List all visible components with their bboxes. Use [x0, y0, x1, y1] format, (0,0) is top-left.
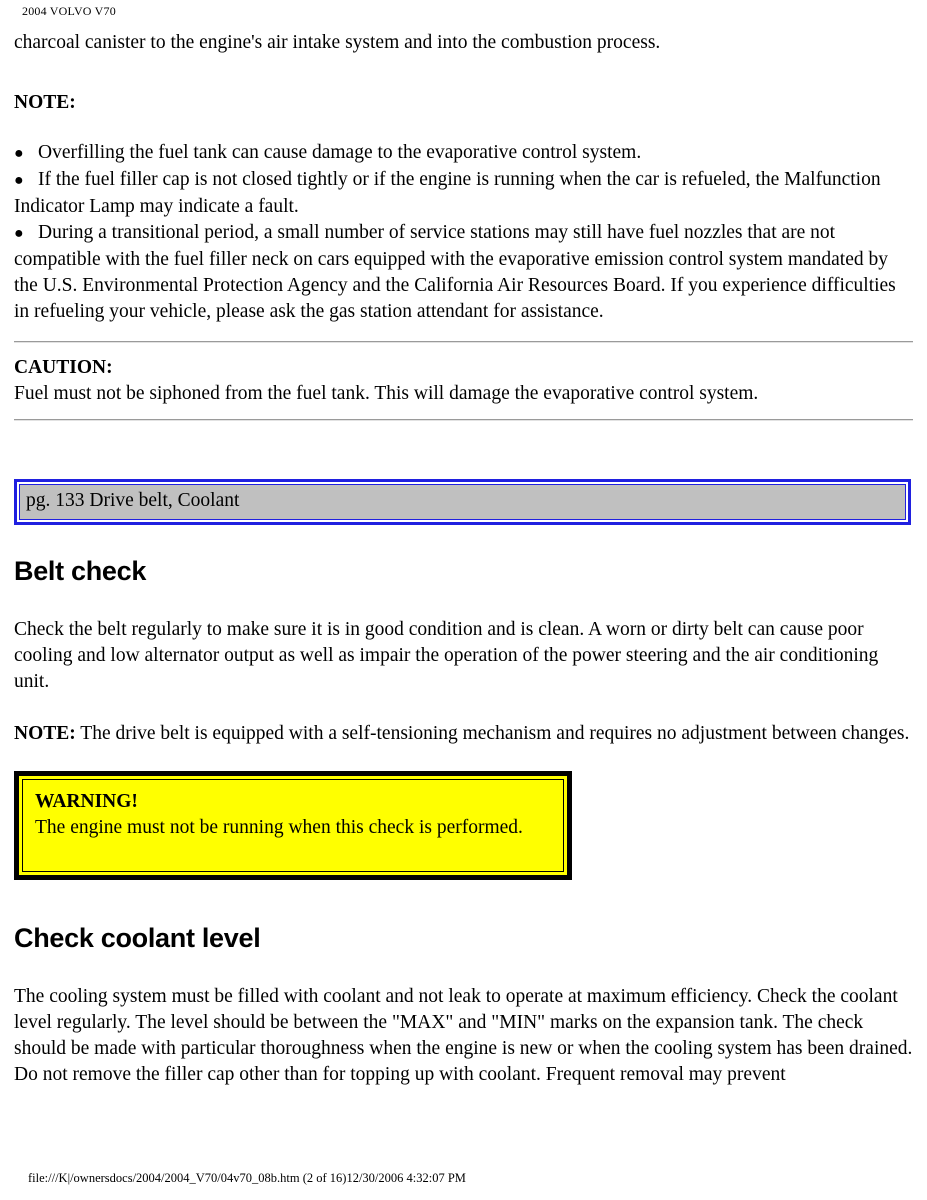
- belt-check-note-label: NOTE:: [14, 723, 76, 744]
- bullet-icon: ●: [14, 225, 24, 242]
- list-item-text: Overfilling the fuel tank can cause dama…: [38, 142, 642, 163]
- warning-text: The engine must not be running when this…: [35, 817, 523, 838]
- bullet-icon: ●: [14, 172, 24, 189]
- running-head: 2004 VOLVO V70: [22, 4, 116, 18]
- page-content: charcoal canister to the engine's air in…: [14, 30, 913, 1088]
- belt-check-paragraph: Check the belt regularly to make sure it…: [14, 619, 879, 692]
- list-item-text: If the fuel filler cap is not closed tig…: [14, 169, 881, 217]
- intro-paragraph: charcoal canister to the engine's air in…: [14, 32, 661, 53]
- page-marker-inner: pg. 133 Drive belt, Coolant: [19, 484, 906, 520]
- list-item-text: During a transitional period, a small nu…: [14, 222, 896, 322]
- note-bullet-list: ● Overfilling the fuel tank can cause dam…: [14, 140, 913, 325]
- manual-page: 2004 VOLVO V70 charcoal canister to the …: [0, 0, 927, 1200]
- list-item: ● During a transitional period, a small n…: [14, 220, 913, 325]
- belt-check-note: NOTE: The drive belt is equipped with a …: [14, 721, 913, 747]
- belt-check-heading: Belt check: [14, 556, 147, 586]
- coolant-paragraph-2: Do not remove the filler cap other than …: [14, 1064, 786, 1085]
- caution-text: Fuel must not be siphoned from the fuel …: [14, 383, 759, 404]
- coolant-paragraph-1: The cooling system must be filled with c…: [14, 986, 913, 1059]
- warning-box-inner: WARNING! The engine must not be running …: [22, 779, 564, 872]
- coolant-level-heading: Check coolant level: [14, 923, 261, 953]
- warning-title: WARNING!: [35, 791, 138, 812]
- caution-heading: CAUTION:: [14, 357, 113, 378]
- belt-check-note-text: The drive belt is equipped with a self-t…: [75, 723, 910, 744]
- bullet-icon: ●: [14, 145, 24, 162]
- page-marker-bar[interactable]: pg. 133 Drive belt, Coolant: [14, 479, 911, 525]
- list-item: ● Overfilling the fuel tank can cause dam…: [14, 140, 913, 167]
- warning-box: WARNING! The engine must not be running …: [14, 771, 572, 880]
- list-item: ● If the fuel filler cap is not closed ti…: [14, 167, 913, 220]
- page-marker-label: pg. 133 Drive belt, Coolant: [26, 490, 240, 511]
- note-heading: NOTE:: [14, 92, 76, 113]
- footer-path: file:///K|/ownersdocs/2004/2004_V70/04v7…: [28, 1171, 466, 1185]
